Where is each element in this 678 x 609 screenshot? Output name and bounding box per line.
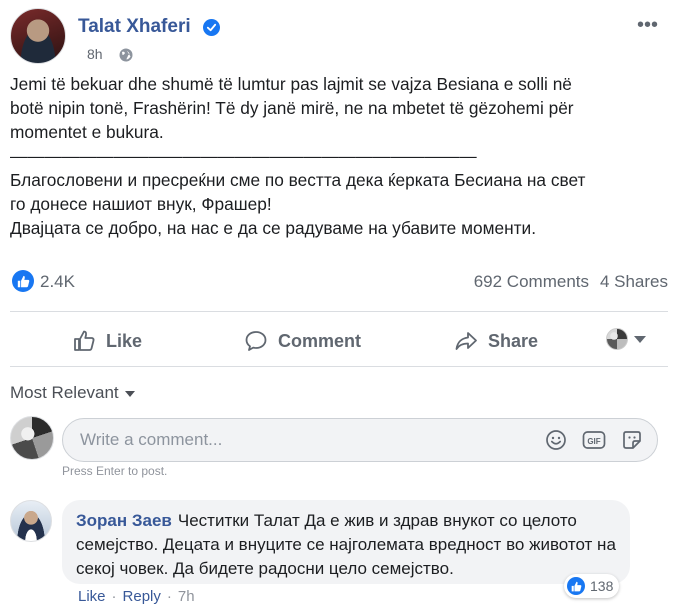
- like-button-label: Like: [106, 330, 143, 351]
- thumbs-up-icon: [72, 329, 96, 353]
- svg-text:GIF: GIF: [587, 437, 600, 446]
- sort-label: Most Relevant: [10, 383, 119, 402]
- speech-bubble-icon: [244, 329, 268, 353]
- smiley-icon[interactable]: [545, 429, 567, 451]
- comment-reaction-count[interactable]: 138: [564, 574, 620, 598]
- comment-reply-link[interactable]: Reply: [123, 588, 161, 605]
- post-body-line: Jemi të bekuar dhe shumë të lumtur pas l…: [10, 74, 572, 94]
- post-body-line: го донесе нашиот внук, Фрашер!: [10, 194, 272, 214]
- gif-icon[interactable]: GIF: [582, 429, 606, 451]
- globe-icon[interactable]: [118, 47, 134, 63]
- post-body-line: ———————————————————————————: [10, 146, 477, 166]
- current-user-avatar[interactable]: [10, 416, 54, 460]
- comment-timestamp[interactable]: 7h: [178, 588, 195, 605]
- comment-reaction-number: 138: [590, 578, 614, 594]
- more-options-icon[interactable]: •••: [637, 14, 658, 37]
- comment-sort-dropdown[interactable]: Most Relevant: [10, 383, 135, 403]
- like-button[interactable]: Like: [72, 326, 142, 356]
- divider: [10, 366, 668, 367]
- post-actions: Like Comment Share: [10, 318, 668, 364]
- reaction-profile-selector[interactable]: [606, 328, 646, 350]
- chevron-down-icon: [124, 391, 135, 397]
- divider: [10, 311, 668, 312]
- post-body-line: momentet e bukura.: [10, 122, 164, 142]
- chevron-down-icon: [634, 335, 646, 343]
- comment-actions: Like · Reply · 7h: [78, 588, 195, 605]
- reaction-count[interactable]: 2.4K: [40, 272, 75, 292]
- user-avatar: [606, 328, 628, 350]
- composer-icons: GIF: [545, 429, 643, 451]
- author-name[interactable]: Talat Xhaferi: [78, 16, 191, 38]
- shares-count[interactable]: 4 Shares: [600, 272, 668, 292]
- comment-input[interactable]: [80, 430, 520, 450]
- share-button-label: Share: [488, 330, 539, 351]
- post-header: Talat Xhaferi 8h •••: [10, 8, 670, 68]
- comment-composer[interactable]: GIF: [62, 418, 658, 462]
- post-timestamp[interactable]: 8h: [87, 46, 103, 62]
- post-body-line: Двајцата се добро, на нас е да се радува…: [10, 218, 536, 238]
- sticker-icon[interactable]: [621, 429, 643, 451]
- reactions-summary: 2.4K 692 Comments 4 Shares: [10, 268, 668, 296]
- comment-like-link[interactable]: Like: [78, 588, 106, 605]
- share-arrow-icon: [454, 329, 478, 353]
- author-avatar[interactable]: [10, 8, 66, 64]
- share-button[interactable]: Share: [454, 326, 538, 356]
- post-body-line: Благословени и пресреќни сме по вестта д…: [10, 170, 586, 190]
- separator-dot: ·: [166, 588, 172, 605]
- comment-button-label: Comment: [278, 330, 362, 351]
- like-reaction-icon[interactable]: [12, 270, 34, 292]
- verified-badge-icon: [203, 19, 220, 36]
- comment-button[interactable]: Comment: [244, 326, 361, 356]
- commenter-avatar[interactable]: [10, 500, 52, 542]
- like-reaction-icon: [567, 577, 585, 595]
- commenter-name[interactable]: Зоран Заев: [76, 511, 172, 530]
- post-body-line: botë nipin tonë, Frashërin! Të dy janë m…: [10, 98, 574, 118]
- separator-dot: ·: [111, 588, 117, 605]
- comment-bubble: Зоран Заев Честитки Талат Да е жив и здра…: [62, 500, 630, 584]
- press-enter-hint: Press Enter to post.: [62, 464, 168, 478]
- comments-count[interactable]: 692 Comments: [474, 272, 589, 292]
- post-body: Jemi të bekuar dhe shumë të lumtur pas l…: [10, 72, 670, 240]
